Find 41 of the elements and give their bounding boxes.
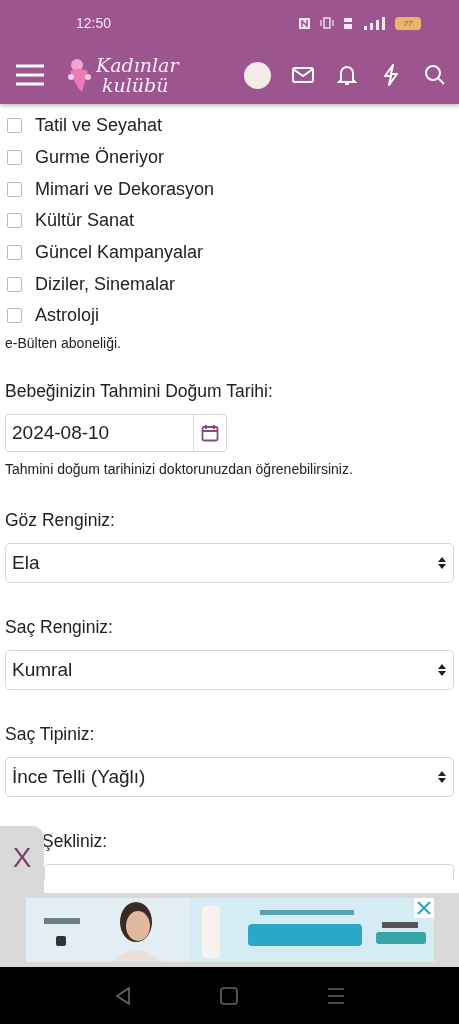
logo-figure-icon	[66, 57, 92, 93]
select-field[interactable]	[44, 863, 454, 880]
checkbox-label: Astroloji	[35, 305, 100, 327]
checkbox[interactable]	[7, 276, 22, 292]
status-time: 12:50	[76, 15, 113, 31]
checkbox-label: Gurme Öneriyor	[35, 147, 165, 169]
checkbox[interactable]	[7, 308, 22, 324]
checkbox[interactable]	[7, 118, 22, 134]
field-label: Saç Renginiz:	[5, 616, 114, 638]
field-label: Göz Renginiz:	[5, 509, 116, 531]
sort-arrows-icon	[437, 769, 447, 784]
checkbox[interactable]	[7, 245, 22, 261]
battery-level: 77	[395, 16, 421, 30]
sort-arrows-icon	[437, 555, 447, 570]
checkbox[interactable]	[7, 181, 22, 197]
sort-arrows-icon	[437, 662, 447, 677]
field-label: Saç Tipiniz:	[5, 723, 96, 745]
logo-text: Kadınlar	[96, 55, 179, 75]
field-label: Bebeğinizin Tahmini Doğum Tarihi:	[5, 380, 274, 402]
close-button[interactable]: X	[12, 842, 32, 872]
checkbox-label: Tatil ve Seyahat	[35, 115, 163, 137]
user-avatar[interactable]	[244, 61, 271, 89]
nfc-icon	[298, 16, 311, 30]
vibrate-icon	[320, 17, 334, 29]
checkbox-label: Kültür Sanat	[35, 210, 135, 232]
help-text: e-Bülten aboneliği.	[5, 334, 122, 351]
select-field[interactable]: Ela	[5, 542, 454, 583]
field-label: Şekliniz:	[42, 830, 108, 852]
logo-text: kulübü	[101, 75, 170, 95]
select-field[interactable]: İnce Telli (Yağlı)	[5, 756, 454, 797]
help-text: Tahmini doğum tarihinizi doktorunuzdan öğrenebilirsiniz.	[5, 460, 354, 477]
calendar-icon[interactable]	[201, 423, 219, 442]
select-field[interactable]: Kumral	[5, 649, 454, 690]
checkbox[interactable]	[7, 150, 22, 166]
checkbox-label: Mimari ve Dekorasyon	[35, 178, 215, 200]
date-field[interactable]: 2024-08-10	[5, 413, 227, 452]
checkbox-label: Diziler, Sinemalar	[35, 273, 176, 295]
signal-icon	[362, 16, 386, 30]
checkbox-label: Güncel Kampanyalar	[35, 242, 204, 264]
close-button[interactable]	[413, 898, 434, 918]
checkbox[interactable]	[7, 213, 22, 229]
